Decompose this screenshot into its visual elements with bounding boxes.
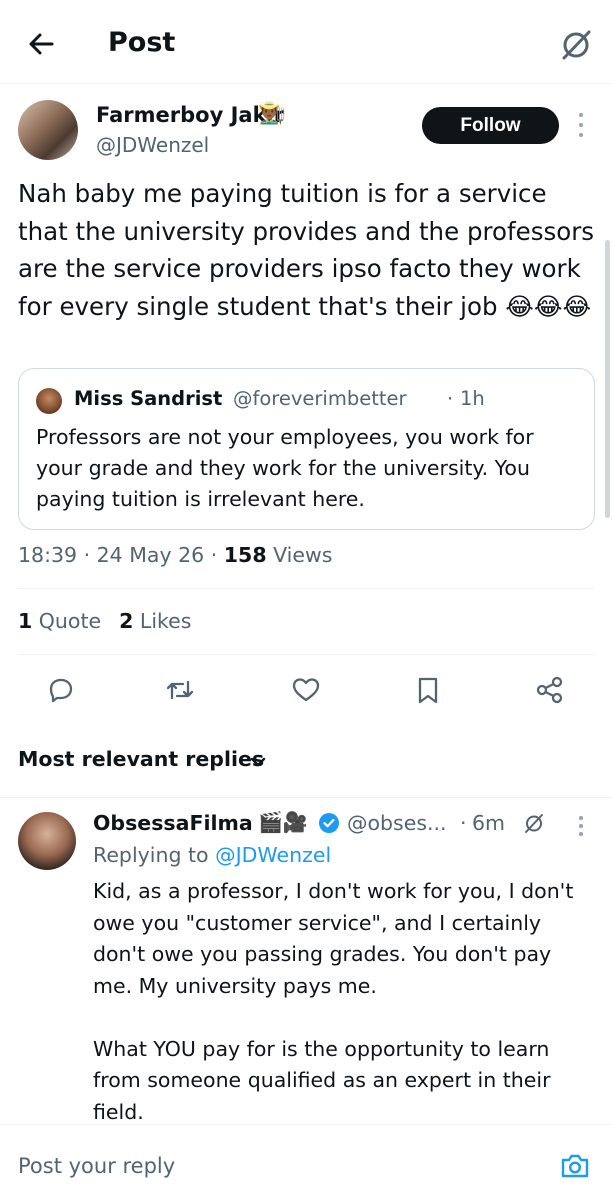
reply-input[interactable] bbox=[18, 1149, 538, 1183]
views-count: 158 bbox=[223, 543, 267, 567]
bookmark-icon bbox=[418, 677, 438, 704]
verified-badge-icon bbox=[318, 812, 340, 834]
post-stats: 1 Quote 2 Likes bbox=[18, 609, 191, 633]
page-title: Post bbox=[108, 27, 176, 58]
quote-author-handle: @foreverimbetter bbox=[233, 387, 407, 410]
reply-paragraph: Kid, as a professor, I don't work for yo… bbox=[93, 879, 574, 998]
quotes-count: 1 bbox=[18, 609, 33, 633]
replies-sort-label[interactable]: Most relevant replies bbox=[18, 747, 264, 771]
follow-button[interactable]: Follow bbox=[422, 107, 559, 144]
divider bbox=[18, 588, 594, 589]
reply-button[interactable] bbox=[43, 672, 79, 708]
post-text: Nah baby me paying tuition is for a serv… bbox=[18, 179, 595, 321]
clapper-camera-emoji: 🎬🎥 bbox=[258, 810, 308, 834]
quote-time: 1h bbox=[460, 387, 485, 410]
reply-icon bbox=[49, 678, 73, 703]
author-name[interactable]: Farmerboy Jakir bbox=[96, 103, 284, 127]
post-meta: 18:39 · 24 May 26 · 158 Views bbox=[18, 543, 332, 567]
meta-separator: · bbox=[204, 543, 224, 567]
post-time: 18:39 bbox=[18, 543, 78, 567]
repost-button[interactable] bbox=[162, 672, 198, 708]
divider bbox=[0, 797, 612, 798]
reply-separator: · bbox=[460, 811, 467, 835]
reply-author-handle[interactable]: @obses... bbox=[347, 811, 447, 835]
replying-to: Replying to @JDWenzel bbox=[93, 843, 331, 867]
share-icon bbox=[536, 676, 563, 704]
divider bbox=[18, 654, 594, 655]
repost-icon bbox=[166, 680, 194, 700]
quotes-link[interactable]: 1 Quote bbox=[18, 609, 101, 633]
quote-avatar bbox=[36, 388, 62, 414]
author-avatar[interactable] bbox=[18, 100, 78, 160]
share-button[interactable] bbox=[532, 672, 568, 708]
reply-more-icon[interactable] bbox=[574, 814, 588, 838]
more-options-icon[interactable] bbox=[572, 110, 590, 140]
top-bar: Post bbox=[0, 0, 612, 84]
grok-button[interactable] bbox=[556, 24, 596, 64]
quote-author-name: Miss Sandrist bbox=[74, 387, 223, 410]
reply-time: 6m bbox=[472, 811, 506, 835]
reply-text: Kid, as a professor, I don't work for yo… bbox=[93, 876, 593, 1160]
like-button[interactable] bbox=[288, 672, 324, 708]
grok-slash-circle-icon bbox=[562, 30, 591, 60]
replying-prefix: Replying to bbox=[93, 843, 216, 867]
farmer-emoji: 👨🏾‍🌾 bbox=[258, 101, 286, 126]
author-handle[interactable]: @JDWenzel bbox=[96, 133, 209, 157]
likes-link[interactable]: 2 Likes bbox=[119, 609, 191, 633]
grok-slash-circle-icon bbox=[525, 814, 543, 833]
reply-author-name[interactable]: ObsessaFilma bbox=[93, 811, 253, 835]
quote-text: Professors are not your employees, you w… bbox=[36, 425, 534, 511]
likes-count: 2 bbox=[119, 609, 134, 633]
chevron-down-icon bbox=[250, 757, 266, 767]
quote-separator: · bbox=[447, 387, 454, 410]
camera-icon bbox=[561, 1154, 589, 1178]
reply-avatar[interactable] bbox=[18, 812, 76, 870]
scrollbar[interactable] bbox=[605, 240, 610, 518]
replying-to-handle[interactable]: @JDWenzel bbox=[215, 843, 331, 867]
bookmark-button[interactable] bbox=[410, 672, 446, 708]
reply-composer bbox=[0, 1124, 612, 1200]
arrow-left-icon bbox=[29, 33, 54, 55]
quotes-label: Quote bbox=[32, 609, 102, 633]
views-label: Views bbox=[266, 543, 333, 567]
likes-label: Likes bbox=[133, 609, 192, 633]
meta-separator: · bbox=[77, 543, 97, 567]
back-button[interactable] bbox=[22, 24, 62, 64]
replies-sort-button[interactable] bbox=[248, 752, 268, 772]
post-date: 24 May 26 bbox=[96, 543, 205, 567]
like-icon bbox=[292, 678, 320, 702]
reply-paragraph: What YOU pay for is the opportunity to l… bbox=[93, 1036, 551, 1124]
camera-button[interactable] bbox=[558, 1149, 592, 1183]
reply-grok-button[interactable] bbox=[522, 811, 546, 835]
quoted-post[interactable]: Miss Sandrist @foreverimbetter · 1h Prof… bbox=[18, 368, 595, 530]
